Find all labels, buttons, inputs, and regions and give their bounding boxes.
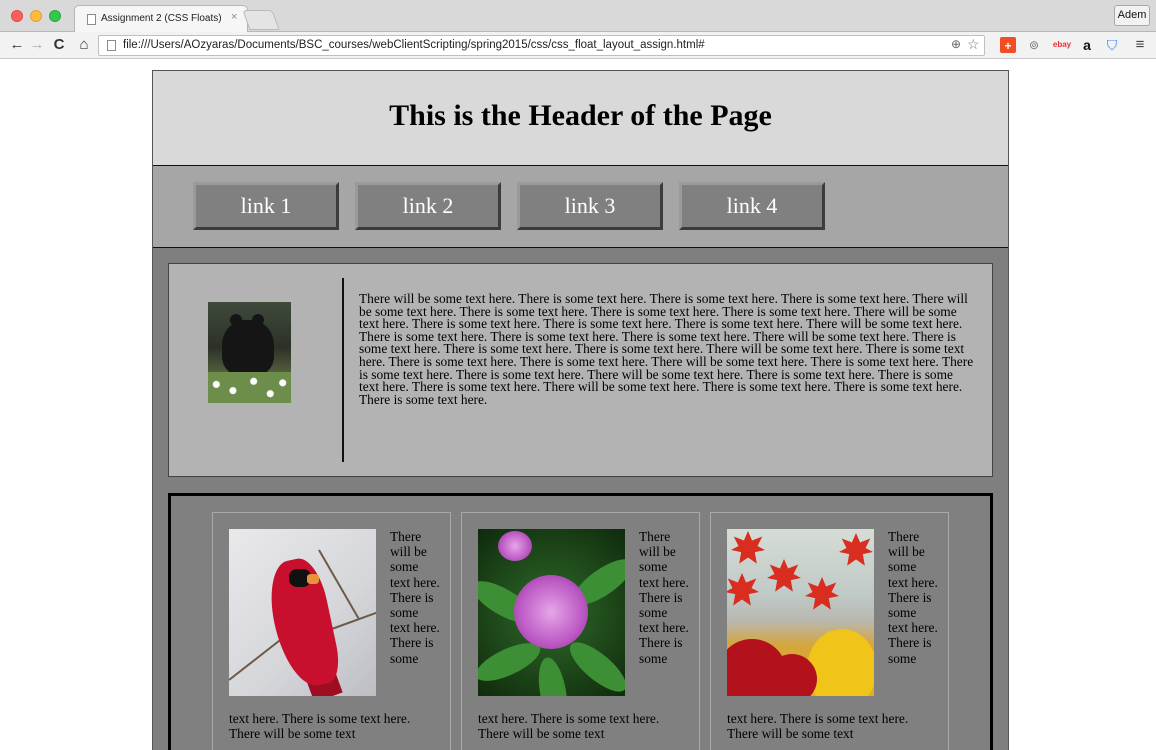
close-window-button[interactable] bbox=[11, 10, 23, 22]
bookmark-star-icon[interactable]: ☆ bbox=[967, 36, 980, 53]
page-icon bbox=[107, 40, 116, 51]
intro-section: There will be some text here. There is s… bbox=[168, 263, 993, 477]
new-tab-button[interactable] bbox=[242, 10, 280, 30]
card-text-continued: text here. There is some text here. Ther… bbox=[727, 711, 909, 742]
zoom-window-button[interactable] bbox=[49, 10, 61, 22]
home-icon[interactable]: ⌂ bbox=[75, 36, 93, 54]
minimize-window-button[interactable] bbox=[30, 10, 42, 22]
card-text-continued: text here. There is some text here. Ther… bbox=[229, 711, 411, 742]
amazon-extension-icon[interactable]: a bbox=[1080, 36, 1094, 54]
page-nav-bar: link 1 link 2 link 3 link 4 bbox=[153, 166, 1008, 248]
intro-paragraph: There will be some text here. There is s… bbox=[359, 291, 974, 407]
browser-toolbar: ← → C ⌂ file:///Users/AOzyaras/Documents… bbox=[0, 32, 1156, 59]
page-header: This is the Header of the Page bbox=[153, 71, 1008, 166]
page-icon bbox=[87, 14, 96, 25]
card-text-continued: text here. There is some text here. Ther… bbox=[478, 711, 660, 742]
browser-tab[interactable]: Assignment 2 (CSS Floats) × bbox=[74, 5, 248, 32]
card-text: There will be some text here. There is s… bbox=[888, 529, 938, 666]
card-text: There will be some text here. There is s… bbox=[390, 529, 440, 666]
ebay-extension-icon[interactable]: ebay bbox=[1051, 36, 1073, 54]
reload-icon[interactable]: C bbox=[50, 36, 68, 54]
zoom-icon[interactable]: ⊕ bbox=[951, 37, 961, 51]
profile-button[interactable]: Adem bbox=[1114, 5, 1150, 26]
card-text: There will be some text here. There is s… bbox=[639, 529, 689, 666]
nav-link-3[interactable]: link 3 bbox=[517, 182, 663, 230]
url-text[interactable]: file:///Users/AOzyaras/Documents/BSC_cou… bbox=[123, 39, 705, 51]
plus-extension-icon[interactable]: + bbox=[1000, 37, 1016, 53]
gallery-card-flower: There will be some text here. There is s… bbox=[461, 512, 700, 750]
rhododendron-photo bbox=[478, 529, 625, 696]
gallery-section: There will be some text here. There is s… bbox=[168, 493, 993, 750]
pin-extension-icon[interactable]: ⊚ bbox=[1026, 36, 1042, 54]
cardinal-photo bbox=[229, 529, 376, 696]
intro-divider bbox=[342, 278, 344, 462]
nav-link-1[interactable]: link 1 bbox=[193, 182, 339, 230]
gallery-card-autumn: There will be some text here. There is s… bbox=[710, 512, 949, 750]
shield-extension-icon[interactable]: ⛉ bbox=[1104, 36, 1120, 54]
bear-photo bbox=[208, 302, 291, 403]
menu-icon[interactable]: ≡ bbox=[1132, 36, 1148, 54]
nav-link-2[interactable]: link 2 bbox=[355, 182, 501, 230]
page-title: This is the Header of the Page bbox=[389, 99, 772, 132]
tab-close-icon[interactable]: × bbox=[231, 11, 237, 23]
page-container: This is the Header of the Page link 1 li… bbox=[152, 70, 1009, 750]
tab-title: Assignment 2 (CSS Floats) bbox=[101, 13, 222, 24]
browser-tab-strip: Assignment 2 (CSS Floats) × Adem bbox=[0, 0, 1156, 32]
gallery-card-cardinal: There will be some text here. There is s… bbox=[212, 512, 451, 750]
back-arrow-icon[interactable]: ← bbox=[8, 36, 26, 54]
address-bar[interactable]: file:///Users/AOzyaras/Documents/BSC_cou… bbox=[98, 35, 985, 56]
autumn-leaves-photo bbox=[727, 529, 874, 696]
forward-arrow-icon[interactable]: → bbox=[28, 36, 46, 54]
nav-link-4[interactable]: link 4 bbox=[679, 182, 825, 230]
